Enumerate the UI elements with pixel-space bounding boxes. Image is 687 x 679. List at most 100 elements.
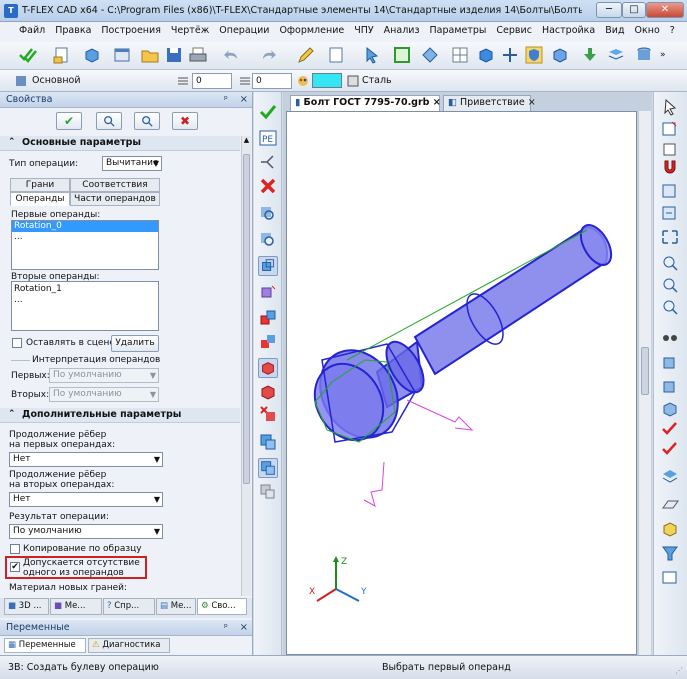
shaded-view-icon[interactable]: [550, 45, 570, 65]
redo-icon[interactable]: [258, 45, 278, 65]
panel-scrollbar[interactable]: ▲: [241, 136, 251, 596]
tab-diagnostics[interactable]: ⚠ Диагностика: [88, 638, 170, 653]
tab-menu[interactable]: ■ Ме...: [50, 598, 102, 615]
menu-construct[interactable]: Построения: [96, 22, 166, 39]
shield-icon[interactable]: [524, 45, 544, 65]
select-icon[interactable]: [362, 45, 382, 65]
down-arrow-icon[interactable]: [580, 45, 600, 65]
copy-by-sample-checkbox[interactable]: [10, 544, 20, 554]
window-layout-icon[interactable]: [112, 45, 132, 65]
print-icon[interactable]: [188, 45, 208, 65]
zoom-out-icon[interactable]: [660, 276, 680, 294]
maximize-button[interactable]: □: [622, 2, 646, 18]
tab-reference[interactable]: ? Спр...: [103, 598, 155, 615]
list-item[interactable]: ...: [12, 295, 158, 306]
menu-parameters[interactable]: Параметры: [425, 22, 492, 39]
zoom-icon[interactable]: [660, 298, 680, 316]
priority-field[interactable]: 0: [252, 73, 292, 89]
blue-cubes-2-icon[interactable]: [258, 458, 278, 478]
menu-window[interactable]: Окно: [630, 22, 665, 39]
layer-name[interactable]: Основной: [32, 75, 81, 86]
menu-analysis[interactable]: Анализ: [379, 22, 425, 39]
check-red-icon[interactable]: [660, 420, 680, 438]
allow-missing-checkbox[interactable]: ✔: [10, 562, 20, 572]
doc-tab-welcome[interactable]: ◧ Приветствие ×: [443, 95, 536, 111]
rotate-view-icon[interactable]: [660, 354, 680, 372]
result-select[interactable]: По умолчанию ▼: [9, 524, 163, 539]
search-model-2-icon[interactable]: [258, 230, 278, 250]
layers-blue-icon[interactable]: [660, 466, 680, 484]
tab-close-icon[interactable]: ×: [528, 97, 536, 108]
tab-close-icon[interactable]: ×: [433, 97, 441, 108]
zoom-window-2-icon[interactable]: [660, 204, 680, 222]
check-red-2-icon[interactable]: [660, 440, 680, 458]
new-document-icon[interactable]: [52, 45, 72, 65]
gray-cubes-icon[interactable]: [258, 482, 278, 502]
ext-first-select[interactable]: Нет ▼: [9, 452, 163, 467]
open-folder-icon[interactable]: [140, 45, 160, 65]
menu-settings[interactable]: Настройка: [537, 22, 600, 39]
panel-close-icon[interactable]: ×: [240, 622, 248, 633]
second-operands-list[interactable]: Rotation_1 ...: [11, 281, 159, 331]
tab-faces[interactable]: Грани: [10, 178, 70, 192]
union-icon[interactable]: [258, 308, 278, 328]
layers-icon[interactable]: [606, 45, 626, 65]
cancel-icon[interactable]: [258, 176, 278, 196]
edit-text-icon[interactable]: [660, 120, 680, 138]
tab-properties[interactable]: ⚙ Сво...: [197, 598, 247, 615]
glasses-icon[interactable]: [660, 328, 680, 346]
list-item[interactable]: Rotation_0: [12, 221, 158, 232]
second-operand-icon[interactable]: [258, 282, 278, 302]
first-operand-icon[interactable]: [258, 256, 278, 276]
grid-icon[interactable]: [450, 45, 470, 65]
menu-file[interactable]: Файл: [14, 22, 50, 39]
keep-in-scene-checkbox[interactable]: [12, 338, 22, 348]
page-icon[interactable]: [326, 45, 346, 65]
menu-operations[interactable]: Операции: [214, 22, 274, 39]
arrows-icon[interactable]: [500, 45, 520, 65]
parameters-icon[interactable]: PE: [258, 128, 278, 148]
cube-yellow-icon[interactable]: [660, 520, 680, 538]
search-model-icon[interactable]: [258, 204, 278, 224]
checkbox-icon[interactable]: [660, 140, 680, 158]
menu-design[interactable]: Оформление: [274, 22, 349, 39]
ok-button[interactable]: ✔: [56, 112, 82, 130]
menu-service[interactable]: Сервис: [491, 22, 537, 39]
preview-icon[interactable]: [96, 112, 122, 130]
menu-cnc[interactable]: ЧПУ: [349, 22, 378, 39]
swap-icon[interactable]: [258, 332, 278, 352]
minimize-button[interactable]: ─: [596, 2, 622, 18]
pan-icon[interactable]: [660, 378, 680, 396]
op-type-select[interactable]: Вычитание ▼: [102, 156, 162, 171]
doc-tab-bolt[interactable]: ▮ Болт ГОСТ 7795-70.grb ×: [290, 95, 441, 111]
select-arrow-icon[interactable]: [660, 98, 680, 116]
tab-correspondences[interactable]: Соответствия: [70, 178, 160, 192]
first-interp-select[interactable]: По умолчанию ▼: [49, 368, 159, 383]
pin-icon[interactable]: ᵖ: [224, 95, 234, 105]
tab-operands[interactable]: Операнды: [10, 192, 70, 206]
cancel-button[interactable]: ✖: [172, 112, 198, 130]
menu-edit[interactable]: Правка: [50, 22, 96, 39]
palette-icon[interactable]: [296, 74, 310, 88]
view-cube-icon[interactable]: [660, 400, 680, 418]
fit-all-icon[interactable]: [660, 228, 680, 246]
green-frame-icon[interactable]: [392, 45, 412, 65]
material-name[interactable]: Сталь: [362, 75, 392, 86]
toolbar-overflow-icon[interactable]: »: [660, 50, 666, 60]
pencil-icon[interactable]: [296, 45, 316, 65]
tab-variables[interactable]: ▦ Переменные: [4, 638, 86, 653]
scroll-thumb[interactable]: [243, 154, 250, 484]
tab-3d-model[interactable]: ■ 3D ...: [4, 598, 49, 615]
list-item[interactable]: Rotation_1: [12, 284, 158, 295]
scroll-thumb[interactable]: [641, 347, 649, 395]
panel-close-icon[interactable]: ×: [240, 94, 248, 105]
cylinders-icon[interactable]: [634, 45, 654, 65]
menu-help[interactable]: ?: [665, 22, 680, 39]
double-check-icon[interactable]: [18, 45, 38, 65]
list-item[interactable]: ...: [12, 232, 158, 243]
zoom-in-icon[interactable]: [660, 254, 680, 272]
ext-second-select[interactable]: Нет ▼: [9, 492, 163, 507]
3d-viewport[interactable]: Z X Y: [286, 111, 637, 655]
new-3d-icon[interactable]: [82, 45, 102, 65]
color-swatch[interactable]: [312, 73, 342, 88]
